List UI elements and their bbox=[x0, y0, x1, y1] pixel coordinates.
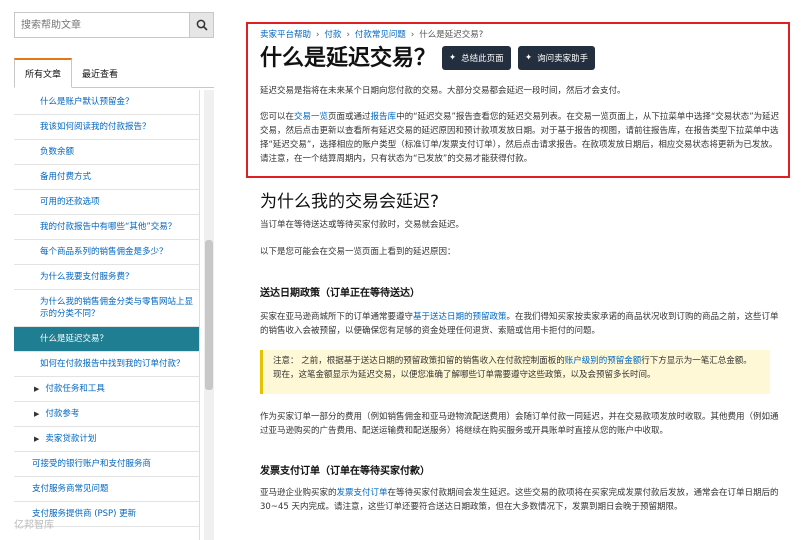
tab-recently-viewed[interactable]: 最近查看 bbox=[72, 58, 128, 88]
summarize-button[interactable]: ✦ 总结此页面 bbox=[442, 46, 511, 70]
note-box: 注意： 之前，根据基于送达日期的预留政策扣留的销售收入在付款控制面板的账户级别的… bbox=[260, 350, 770, 394]
sidebar-group[interactable]: ▶ 付款任务和工具 bbox=[14, 377, 199, 402]
section-heading: 为什么我的交易会延迟? bbox=[260, 192, 440, 212]
sidebar-item-selected[interactable]: 什么是延迟交易？ bbox=[14, 327, 199, 352]
watermark: 亿邦智库 bbox=[14, 520, 54, 531]
report-library-link[interactable]: 报告库 bbox=[371, 112, 397, 122]
scrollbar-thumb[interactable] bbox=[205, 240, 213, 390]
text: 买家在亚马逊商城所下的订单通常要遵守 bbox=[260, 312, 414, 322]
fees-paragraph: 作为买家订单一部分的费用（例如销售佣金和亚马逊物流配送费用）会随订单付款一同延迟… bbox=[260, 412, 779, 436]
breadcrumb: 卖家平台帮助 › 付款 › 付款常见问题 › 什么是延迟交易? bbox=[260, 28, 483, 40]
tab-all-articles[interactable]: 所有文章 bbox=[14, 58, 73, 88]
triangle-right-icon: ▶ bbox=[34, 385, 40, 393]
page-title: 什么是延迟交易？ bbox=[260, 46, 437, 71]
delivery-heading: 送达日期政策（订单正在等待送达） bbox=[260, 288, 420, 299]
sparkle-icon: ✦ bbox=[525, 53, 533, 63]
reserve-amount-link[interactable]: 账户级别的预留金额 bbox=[565, 356, 642, 366]
sidebar-item[interactable]: 我该如何阅读我的付款报告？ bbox=[14, 115, 199, 140]
view-paragraph: 您可以在交易一览页面或通过报告库中的“延迟交易”报告查看您的延迟交易列表。在交易… bbox=[260, 110, 780, 166]
search-bar bbox=[14, 12, 214, 38]
breadcrumb-link[interactable]: 付款常见问题 bbox=[355, 30, 406, 40]
breadcrumb-current: 什么是延迟交易? bbox=[419, 30, 484, 40]
delivery-policy-link[interactable]: 基于送达日期的预留政策 bbox=[413, 312, 507, 322]
triangle-right-icon: ▶ bbox=[34, 435, 40, 443]
search-icon bbox=[196, 19, 208, 31]
breadcrumb-link[interactable]: 付款 bbox=[324, 30, 341, 40]
help-sidebar: 所有文章 最近查看 什么是账户默认预留金？ 我该如何阅读我的付款报告？ 负数余额… bbox=[14, 12, 214, 540]
text: 您可以在 bbox=[260, 112, 295, 122]
sidebar-item[interactable]: 备用付费方式 bbox=[14, 165, 199, 190]
invoice-paragraph: 亚马逊企业购买家的发票支付订单在等待买家付款期间会发生延迟。这些交易的款项将在买… bbox=[260, 486, 780, 514]
breadcrumb-link[interactable]: 卖家平台帮助 bbox=[260, 30, 311, 40]
section-line: 当订单在等待送达或等待买家付款时，交易就会延迟。 bbox=[260, 220, 465, 230]
sidebar-item[interactable]: 为什么我要支付服务费？ bbox=[14, 265, 199, 290]
sparkle-icon: ✦ bbox=[449, 53, 457, 63]
section-line: 以下是您可能会在交易一览页面上看到的延迟原因： bbox=[260, 247, 456, 257]
sidebar-group-label: 付款参考 bbox=[45, 409, 80, 419]
sidebar-item[interactable]: 什么是账户默认预留金？ bbox=[14, 90, 199, 115]
search-input[interactable] bbox=[15, 13, 189, 37]
sidebar-group-label: 卖家贷款计划 bbox=[45, 434, 97, 444]
sidebar-item[interactable]: 为什么我的销售佣金分类与零售网站上显示的分类不同？ bbox=[14, 290, 199, 327]
sidebar-group[interactable]: ▶ 付款参考 bbox=[14, 402, 199, 427]
breadcrumb-separator: › bbox=[410, 30, 415, 40]
transaction-view-link[interactable]: 交易一览 bbox=[294, 112, 328, 122]
text: 注意： 之前，根据基于送达日期的预留政策扣留的销售收入在付款控制面板的 bbox=[273, 356, 565, 366]
sidebar-group-label: 付款任务和工具 bbox=[45, 384, 105, 394]
ask-assistant-button[interactable]: ✦ 询问卖家助手 bbox=[518, 46, 596, 70]
sidebar-scrollbar[interactable] bbox=[204, 90, 214, 540]
sidebar-item[interactable]: 负数余额 bbox=[14, 140, 199, 165]
triangle-right-icon: ▶ bbox=[34, 410, 40, 418]
breadcrumb-separator: › bbox=[346, 30, 350, 40]
sidebar-item[interactable]: 我的付款报告中有哪些“其他”交易？ bbox=[14, 215, 199, 240]
sidebar-tabs: 所有文章 最近查看 bbox=[14, 58, 214, 88]
sidebar-item[interactable]: 如何在付款报告中找到我的订单付款？ bbox=[14, 352, 199, 377]
invoice-order-link[interactable]: 发票支付订单 bbox=[337, 488, 388, 498]
text: 亚马逊企业购买家的 bbox=[260, 488, 337, 498]
article-main: 卖家平台帮助 › 付款 › 付款常见问题 › 什么是延迟交易? 什么是延迟交易？ ✦ 总结此页… bbox=[246, 22, 790, 540]
invoice-heading: 发票支付订单（订单在等待买家付款） bbox=[260, 466, 430, 477]
intro-paragraph: 延迟交易是指将在未来某个日期向您付款的交易。大部分交易都会延迟一段时间，然后才会… bbox=[260, 86, 626, 96]
article-list: 什么是账户默认预留金？ 我该如何阅读我的付款报告？ 负数余额 备用付费方式 可用… bbox=[14, 90, 200, 540]
sidebar-item[interactable]: 支付服务商常见问题 bbox=[14, 477, 199, 502]
text: 页面或通过 bbox=[328, 112, 371, 122]
breadcrumb-separator: › bbox=[316, 30, 320, 40]
summarize-label: 总结此页面 bbox=[461, 54, 504, 64]
sidebar-item[interactable]: 每个商品系列的销售佣金是多少？ bbox=[14, 240, 199, 265]
search-button[interactable] bbox=[189, 13, 213, 37]
sidebar-item[interactable]: 可接受的银行账户和支付服务商 bbox=[14, 452, 199, 477]
ask-assistant-label: 询问卖家助手 bbox=[537, 54, 589, 64]
sidebar-group[interactable]: ▶ 卖家贷款计划 bbox=[14, 427, 199, 452]
delivery-paragraph: 买家在亚马逊商城所下的订单通常要遵守基于送达日期的预留政策。在我们得知买家按卖家… bbox=[260, 310, 780, 338]
sidebar-item[interactable]: 可用的还款选项 bbox=[14, 190, 199, 215]
